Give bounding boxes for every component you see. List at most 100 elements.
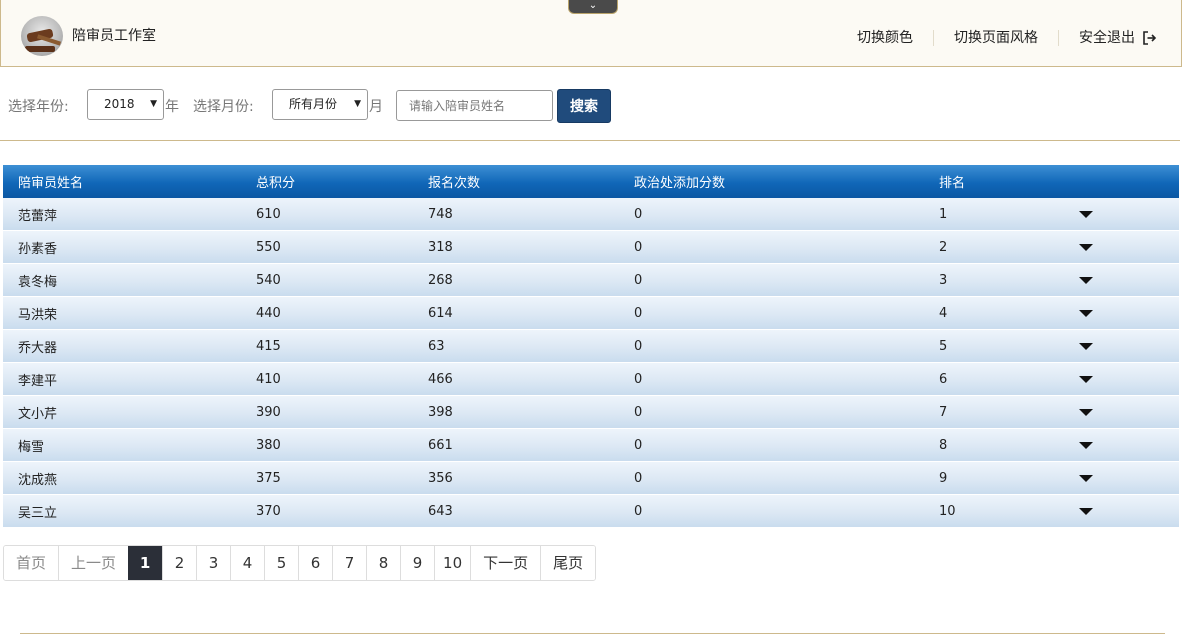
total-score-cell: 415 [256,338,281,354]
political-bonus-cell: 0 [634,272,643,288]
rank-cell: 2 [939,239,948,255]
page-number-button[interactable]: 4 [230,546,265,580]
political-bonus-cell: 0 [634,338,643,354]
row-actions-cell [1079,507,1179,515]
political-bonus-cell: 0 [634,371,643,387]
juror-name-cell: 吴三立 [18,505,58,521]
political-bonus-cell: 0 [634,404,643,420]
table-row[interactable]: 孙素香 550 318 0 2 [3,231,1179,264]
page-number-button[interactable]: 1 [128,546,163,580]
expand-row-caret-icon[interactable] [1079,342,1093,350]
page-number-button[interactable]: 8 [366,546,401,580]
expand-row-caret-icon[interactable] [1079,507,1093,515]
expand-row-caret-icon[interactable] [1079,210,1093,218]
row-actions-cell [1079,441,1179,449]
signup-count-cell: 63 [428,338,445,354]
juror-name-cell: 梅雪 [18,439,45,455]
page-number-button[interactable]: 9 [400,546,435,580]
signup-count-cell: 614 [428,305,453,321]
expand-row-caret-icon[interactable] [1079,408,1093,416]
page-number-list: 1 2 3 4 5 6 7 8 9 10 [128,546,471,580]
page-number-button[interactable]: 5 [264,546,299,580]
row-actions-cell [1079,408,1179,416]
table-header: 陪审员姓名 总积分 报名次数 政治处添加分数 排名 [3,165,1179,198]
dropdown-caret-icon: ▼ [150,99,157,109]
total-score-cell: 380 [256,437,281,453]
month-select[interactable]: 所有月份 ▼ [272,89,368,120]
column-header-rank[interactable]: 排名 [939,172,1079,191]
page-number-button[interactable]: 7 [332,546,367,580]
rank-cell: 4 [939,305,948,321]
rank-cell: 9 [939,470,948,486]
logout-link[interactable]: 安全退出 [1058,30,1157,46]
year-select-value: 2018 [104,97,135,111]
table-row[interactable]: 李建平 410 466 0 6 [3,363,1179,396]
juror-name-cell: 马洪荣 [18,307,58,323]
row-actions-cell [1079,210,1179,218]
column-header-total-score[interactable]: 总积分 [256,172,428,191]
footer-divider [20,633,1165,634]
signup-count-cell: 356 [428,470,453,486]
next-page-button[interactable]: 下一页 [470,546,541,580]
rank-cell: 10 [939,503,956,519]
table-row[interactable]: 文小芹 390 398 0 7 [3,396,1179,429]
top-header: ⌄ 陪审员工作室 切换颜色 切换页面风格 安全退出 [0,0,1182,67]
dropdown-caret-icon: ▼ [354,99,361,109]
juror-name-search-input[interactable] [396,90,553,121]
search-button[interactable]: 搜索 [557,89,611,123]
switch-style-label: 切换页面风格 [954,30,1038,46]
total-score-cell: 370 [256,503,281,519]
political-bonus-cell: 0 [634,206,643,222]
collapse-header-toggle[interactable]: ⌄ [568,0,618,14]
expand-row-caret-icon[interactable] [1079,375,1093,383]
prev-page-button[interactable]: 上一页 [58,546,129,580]
first-page-button[interactable]: 首页 [4,546,59,580]
table-row[interactable]: 马洪荣 440 614 0 4 [3,297,1179,330]
expand-row-caret-icon[interactable] [1079,441,1093,449]
page-number-button[interactable]: 2 [162,546,197,580]
gavel-logo-icon [21,16,63,56]
expand-row-caret-icon[interactable] [1079,276,1093,284]
month-label: 选择月份: [193,99,254,115]
expand-row-caret-icon[interactable] [1079,474,1093,482]
expand-row-caret-icon[interactable] [1079,243,1093,251]
page-number-button[interactable]: 10 [434,546,471,580]
rank-cell: 5 [939,338,948,354]
juror-name-cell: 文小芹 [18,406,58,422]
rank-cell: 8 [939,437,948,453]
table-row[interactable]: 沈成燕 375 356 0 9 [3,462,1179,495]
total-score-cell: 550 [256,239,281,255]
page-number-button[interactable]: 3 [196,546,231,580]
column-header-signup-count[interactable]: 报名次数 [428,172,634,191]
table-body: 范蕾萍 610 748 0 1 孙素香 550 318 0 2 袁冬梅 540 268 0 3 马洪荣 440 6… [3,198,1179,528]
filter-divider [0,140,1180,141]
rank-cell: 1 [939,206,948,222]
column-header-political-bonus[interactable]: 政治处添加分数 [634,172,939,191]
expand-row-caret-icon[interactable] [1079,309,1093,317]
filter-bar: 选择年份: 2018 ▼ 年 选择月份: 所有月份 ▼ 月 搜索 [0,88,1180,124]
table-row[interactable]: 乔大器 415 63 0 5 [3,330,1179,363]
table-row[interactable]: 袁冬梅 540 268 0 3 [3,264,1179,297]
page-number-button[interactable]: 6 [298,546,333,580]
political-bonus-cell: 0 [634,437,643,453]
table-row[interactable]: 梅雪 380 661 0 8 [3,429,1179,462]
table-row[interactable]: 吴三立 370 643 0 10 [3,495,1179,528]
total-score-cell: 610 [256,206,281,222]
last-page-button[interactable]: 尾页 [540,546,596,580]
rank-cell: 6 [939,371,948,387]
row-actions-cell [1079,243,1179,251]
month-suffix: 月 [369,99,383,115]
year-select[interactable]: 2018 ▼ [87,89,164,120]
column-header-name[interactable]: 陪审员姓名 [3,172,256,191]
row-actions-cell [1079,342,1179,350]
juror-name-cell: 范蕾萍 [18,208,58,224]
juror-name-cell: 孙素香 [18,241,58,257]
table-row[interactable]: 范蕾萍 610 748 0 1 [3,198,1179,231]
signup-count-cell: 748 [428,206,453,222]
rank-cell: 3 [939,272,948,288]
month-select-value: 所有月份 [289,97,338,111]
switch-style-link[interactable]: 切换页面风格 [933,30,1058,46]
switch-color-link[interactable]: 切换颜色 [837,30,933,46]
total-score-cell: 375 [256,470,281,486]
political-bonus-cell: 0 [634,239,643,255]
